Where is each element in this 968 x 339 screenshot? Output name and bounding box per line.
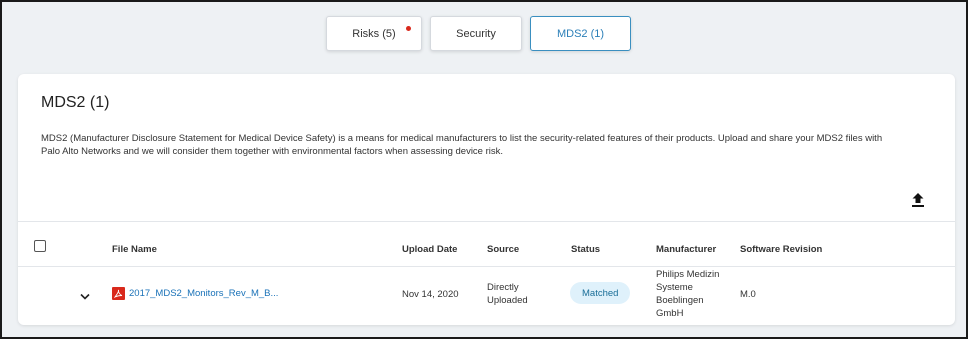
software-revision-cell: M.0 <box>740 289 756 300</box>
manufacturer-line-2: Systeme <box>656 282 693 293</box>
table-row: 2017_MDS2_Monitors_Rev_M_B... Nov 14, 20… <box>18 267 955 323</box>
alert-dot-icon <box>406 26 411 31</box>
source-line-2: Uploaded <box>487 295 528 306</box>
upload-date-cell: Nov 14, 2020 <box>402 289 459 300</box>
header-software-revision[interactable]: Software Revision <box>740 244 822 255</box>
upload-button[interactable] <box>911 192 925 208</box>
manufacturer-line-3: Boeblingen <box>656 295 704 306</box>
card-description: MDS2 (Manufacturer Disclosure Statement … <box>41 133 883 157</box>
header-upload-date[interactable]: Upload Date <box>402 244 457 255</box>
source-cell: Directly Uploaded <box>487 281 528 307</box>
select-all-checkbox[interactable] <box>34 240 46 252</box>
header-source[interactable]: Source <box>487 244 519 255</box>
card-title: MDS2 (1) <box>41 94 110 111</box>
header-manufacturer[interactable]: Manufacturer <box>656 244 716 255</box>
source-line-1: Directly <box>487 282 519 293</box>
header-file-name[interactable]: File Name <box>112 244 157 255</box>
tab-risks[interactable]: Risks (5) <box>326 16 422 51</box>
chevron-down-icon <box>80 293 90 300</box>
upload-icon <box>912 193 924 207</box>
pdf-icon <box>112 287 125 300</box>
tab-security-label: Security <box>456 27 496 40</box>
file-link[interactable]: 2017_MDS2_Monitors_Rev_M_B... <box>112 287 278 300</box>
expand-row-button[interactable] <box>80 288 90 300</box>
mds2-card: MDS2 (1) MDS2 (Manufacturer Disclosure S… <box>18 74 955 325</box>
header-status[interactable]: Status <box>571 244 600 255</box>
app-frame: Risks (5) Security MDS2 (1) MDS2 (1) MDS… <box>0 0 968 339</box>
tab-bar: Risks (5) Security MDS2 (1) <box>326 16 631 51</box>
file-name[interactable]: 2017_MDS2_Monitors_Rev_M_B... <box>129 288 278 299</box>
manufacturer-line-4: GmbH <box>656 308 684 319</box>
tab-mds2-label: MDS2 (1) <box>556 27 605 40</box>
table-header: File Name Upload Date Source Status Manu… <box>18 221 955 267</box>
tab-risks-label: Risks (5) <box>352 27 396 40</box>
manufacturer-line-1: Philips Medizin <box>656 269 720 280</box>
manufacturer-cell: Philips Medizin Systeme Boeblingen GmbH <box>656 268 719 320</box>
tab-security[interactable]: Security <box>430 16 522 51</box>
tab-mds2[interactable]: MDS2 (1) <box>530 16 631 51</box>
status-badge: Matched <box>570 282 631 304</box>
